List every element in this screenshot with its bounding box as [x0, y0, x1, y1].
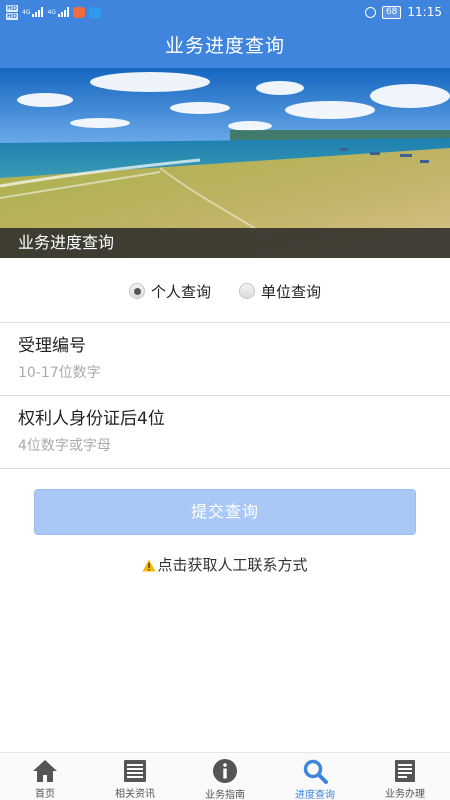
- home-icon: [32, 758, 58, 783]
- acceptance-number-label: 受理编号: [18, 336, 86, 356]
- radio-checked-icon[interactable]: [128, 283, 145, 299]
- alarm-icon: [364, 6, 376, 18]
- acceptance-number-input[interactable]: [18, 363, 418, 383]
- news-icon: [122, 758, 148, 783]
- network-type-indicator: HD HD: [6, 4, 19, 20]
- nav-item-business[interactable]: 业务办理: [360, 753, 450, 800]
- radio-unchecked-icon[interactable]: [239, 283, 255, 299]
- id-last4-field: 权利人身份证后4位: [0, 396, 450, 468]
- battery-icon: 68: [381, 5, 402, 19]
- bottom-nav: 首页 相关资讯 业务指南 进度查询 业务办理: [0, 752, 450, 800]
- query-type-selector: 个人查询 单位查询: [0, 270, 450, 312]
- signal-label: 4G: [22, 8, 31, 16]
- signal-strength-icon: [32, 7, 44, 17]
- nav-item-home[interactable]: 首页: [0, 753, 90, 800]
- banner-image: 业务进度查询: [0, 68, 450, 258]
- page-title: 业务进度查询: [0, 24, 450, 68]
- notification-app-icon: [72, 6, 85, 18]
- divider: [0, 468, 450, 469]
- submit-query-button[interactable]: 提交查询: [34, 489, 416, 535]
- status-bar: HD HD 4G 4G 68 11:15: [0, 0, 450, 24]
- contact-text: 点击获取人工联系方式: [157, 556, 308, 574]
- radio-unit-query[interactable]: 单位查询: [239, 281, 321, 302]
- contact-link[interactable]: 点击获取人工联系方式: [0, 554, 450, 575]
- id-last4-input[interactable]: [18, 436, 418, 456]
- signal-label: 4G: [47, 8, 56, 16]
- info-icon: [212, 758, 238, 784]
- notification-app-icon: [88, 6, 101, 18]
- acceptance-number-field: 受理编号: [0, 323, 450, 395]
- warning-icon: [142, 559, 156, 572]
- radio-label: 单位查询: [261, 282, 322, 301]
- nav-item-guide[interactable]: 业务指南: [180, 753, 270, 800]
- id-last4-label: 权利人身份证后4位: [18, 409, 165, 429]
- nav-item-progress-query[interactable]: 进度查询: [270, 753, 360, 800]
- signal-strength-icon: [57, 7, 69, 17]
- banner-caption: 业务进度查询: [0, 228, 450, 258]
- document-icon: [392, 758, 418, 783]
- clock: 11:15: [407, 5, 442, 19]
- radio-personal-query[interactable]: 个人查询: [128, 281, 211, 302]
- nav-item-news[interactable]: 相关资讯: [90, 753, 180, 800]
- search-icon: [302, 758, 328, 784]
- radio-label: 个人查询: [150, 282, 211, 301]
